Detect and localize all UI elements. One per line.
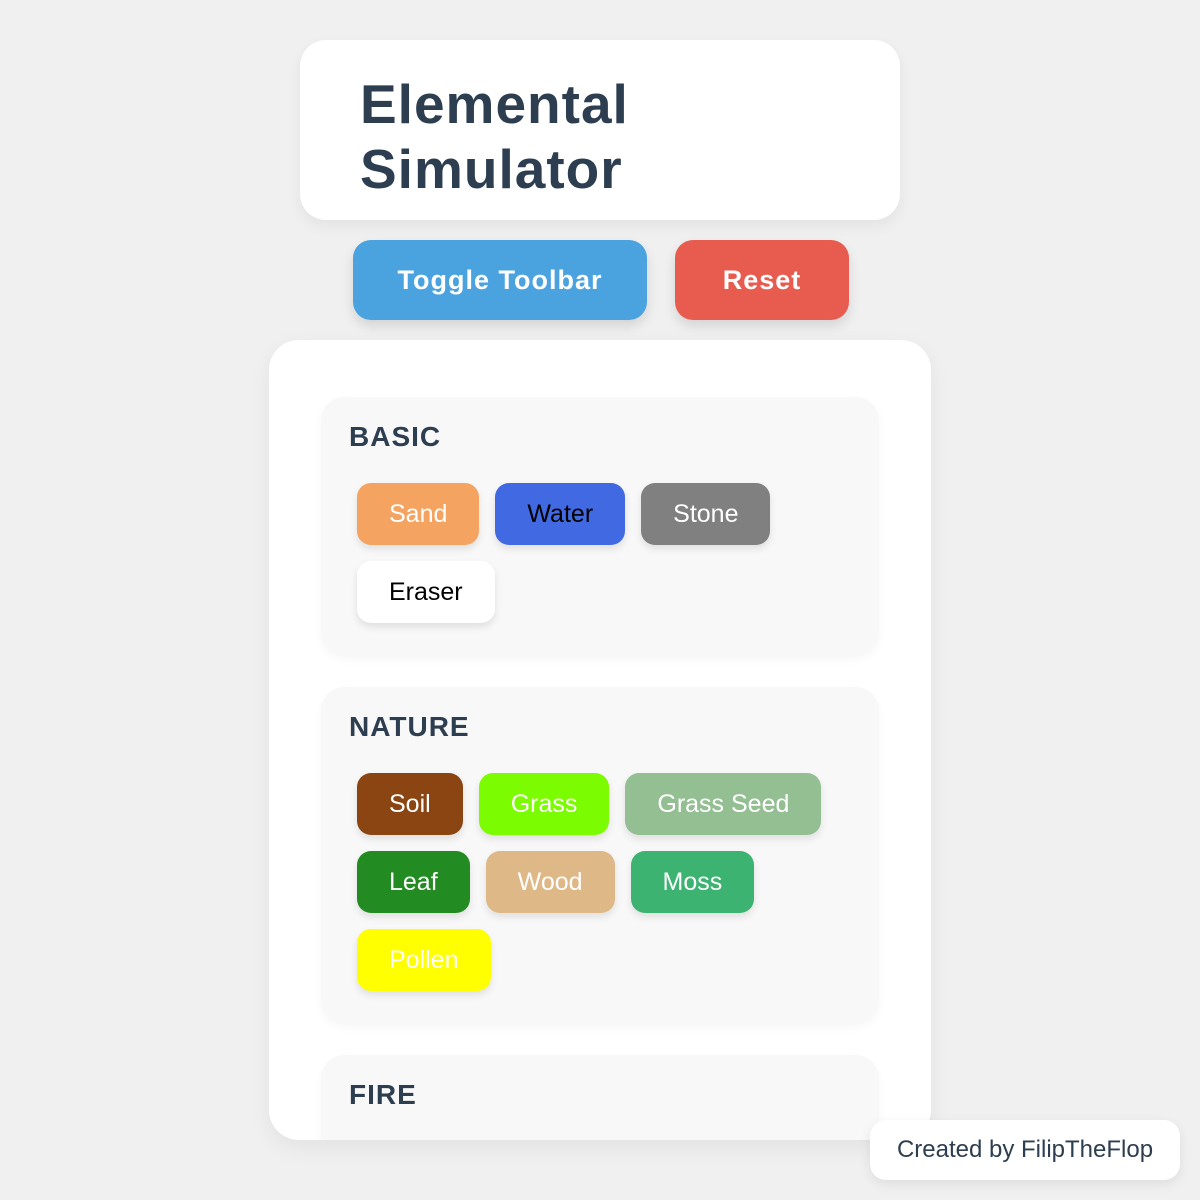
section-basic: BASIC Sand Water Stone Eraser <box>321 397 879 655</box>
toggle-toolbar-button[interactable]: Toggle Toolbar <box>353 240 647 320</box>
section-heading-fire: FIRE <box>349 1079 417 1110</box>
section-fire: FIRE <box>321 1055 879 1140</box>
element-leaf-button[interactable]: Leaf <box>357 851 470 913</box>
top-button-row: Toggle Toolbar Reset <box>0 240 1200 320</box>
element-toolbar: BASIC Sand Water Stone Eraser NATURE Soi… <box>269 340 931 1140</box>
section-heading-basic: BASIC <box>349 421 442 452</box>
element-sand-button[interactable]: Sand <box>357 483 480 545</box>
credit-badge: Created by FilipTheFlop <box>870 1120 1180 1180</box>
element-water-button[interactable]: Water <box>495 483 626 545</box>
element-stone-button[interactable]: Stone <box>641 483 771 545</box>
page-title: Elemental Simulator <box>360 73 629 200</box>
element-grass-seed-button[interactable]: Grass Seed <box>625 773 822 835</box>
section-nature: NATURE Soil Grass Grass Seed Leaf Wood M… <box>321 687 879 1023</box>
element-grass-button[interactable]: Grass <box>478 773 610 835</box>
element-list-nature: Soil Grass Grass Seed Leaf Wood Moss Pol… <box>357 773 837 991</box>
element-wood-button[interactable]: Wood <box>485 851 615 913</box>
title-card: Elemental Simulator <box>300 40 900 220</box>
element-pollen-button[interactable]: Pollen <box>357 929 491 991</box>
reset-button[interactable]: Reset <box>675 240 849 320</box>
element-soil-button[interactable]: Soil <box>357 773 463 835</box>
element-moss-button[interactable]: Moss <box>630 851 755 913</box>
element-list-basic: Sand Water Stone Eraser <box>357 483 837 623</box>
section-heading-nature: NATURE <box>349 711 470 742</box>
element-eraser-button[interactable]: Eraser <box>357 561 495 623</box>
